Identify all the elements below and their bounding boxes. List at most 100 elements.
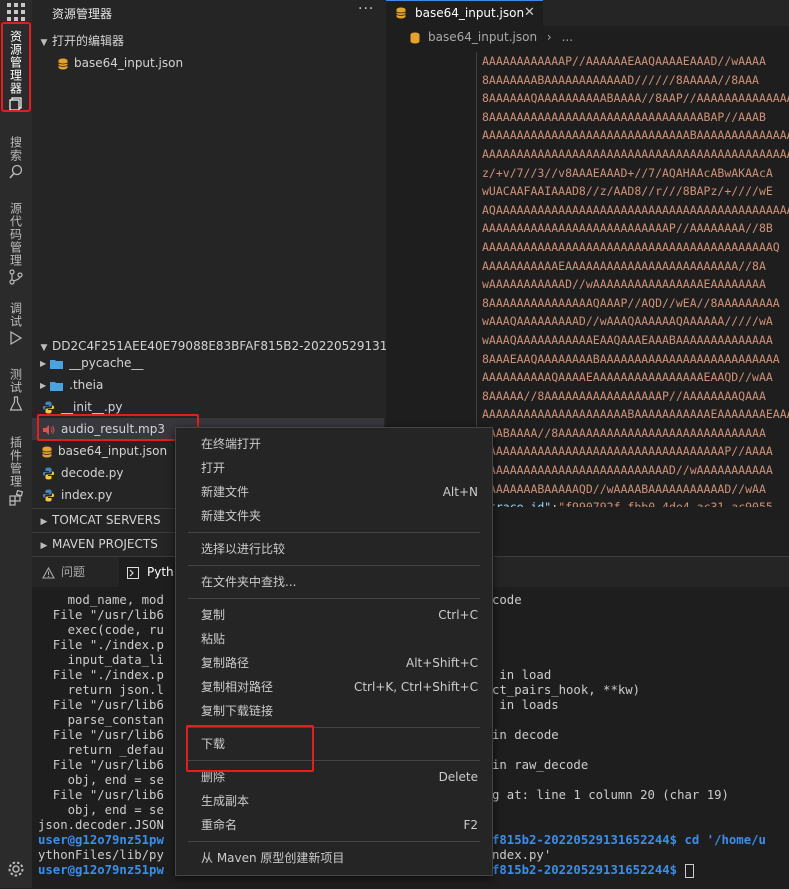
- menu-item[interactable]: 打开: [176, 456, 492, 480]
- terminal-line: obj, end = se: [38, 803, 164, 817]
- menu-item-shortcut: Ctrl+C: [438, 608, 478, 622]
- activity-test[interactable]: 测试: [0, 366, 32, 412]
- code-line: AAAAAAAAAAQAAAAEAAAAAAAAAAAAAAAAEAAQD//w…: [482, 370, 773, 385]
- terminal-line: ythonFiles/lib/py: [38, 848, 164, 862]
- terminal-icon: [127, 566, 139, 579]
- tree-label: .theia: [69, 378, 104, 392]
- code-line: AAAAAAAAAAAAAAAAAAAAAAAAAAAAAABAAAAAAAAA…: [482, 128, 789, 143]
- terminal-line: parse_constan: [38, 713, 164, 727]
- python-icon: [42, 401, 55, 414]
- menu-item[interactable]: 新建文件 Alt+N: [176, 480, 492, 504]
- menu-item-label: 选择以进行比较: [201, 542, 286, 556]
- menu-item-shortcut: Alt+Shift+C: [405, 656, 478, 670]
- menu-item[interactable]: 重命名 F2: [176, 813, 492, 837]
- terminal-line-tail: in load: [492, 668, 552, 682]
- activity-scm[interactable]: 源代码管理: [0, 200, 32, 285]
- tree-folder-theia[interactable]: ▶ .theia: [32, 374, 382, 396]
- menu-item-label: 新建文件: [201, 485, 250, 499]
- activity-scm-label: 源代码管理: [8, 202, 23, 267]
- breadcrumb-file[interactable]: base64_input.json: [428, 30, 537, 44]
- menu-item[interactable]: 在文件夹中查找...: [176, 570, 492, 594]
- code-line: 8AAAEAAQAAAAAAAABAAAAAAAAAAAAAAAAAAAAAAA…: [482, 351, 780, 366]
- database-icon: [410, 32, 420, 43]
- terminal-line-tail: ct_pairs_hook, **kw): [492, 683, 641, 697]
- breadcrumb-rest[interactable]: ...: [562, 30, 573, 44]
- menu-item[interactable]: 新建文件夹: [176, 504, 492, 528]
- database-icon: [396, 7, 406, 19]
- tree-label: base64_input.json: [58, 444, 168, 458]
- code-line: 8AAAAAAQAAAAAAAAAABAAAA//8AAP//AAAAAAAAA…: [482, 91, 789, 106]
- code-line: AAAAAAAAAAAAAAAAAAAAAAAAAAAAAAAAAAAAAAAA…: [482, 239, 780, 254]
- menu-item[interactable]: 从 Maven 原型创建新项目: [176, 846, 492, 870]
- activity-search[interactable]: 搜索: [0, 134, 32, 180]
- tab-python-terminal[interactable]: Pyth: [119, 557, 179, 587]
- terminal-line: mod_name, mod: [38, 593, 164, 607]
- menu-item-shortcut: F2: [463, 818, 478, 832]
- prompt-user: user@g12o79nz51pw: [38, 863, 164, 877]
- menu-item-label: 在终端打开: [201, 437, 262, 451]
- code-line: AAAAAAAAAAAAAAAAAAAAAAAAAAAP//AAAAAAAA//…: [482, 221, 773, 236]
- code-line: wAAAAAAAAAAAD//wAAAAAAAAAAAAAAAAEAAAAAAA…: [482, 277, 766, 292]
- tree-label: decode.py: [61, 466, 124, 480]
- menu-item-label: 生成副本: [201, 794, 250, 808]
- menu-item[interactable]: 在终端打开: [176, 432, 492, 456]
- menu-item[interactable]: 复制 Ctrl+C: [176, 603, 492, 627]
- folder-icon: [50, 381, 64, 391]
- tree-folder-pycache[interactable]: ▶ __pycache__: [32, 352, 382, 374]
- warning-icon: [42, 566, 55, 579]
- code-line: AAAAAAAAAAAAAAAAAAAAAAAAAAAAAAAAAAAAAAAA…: [482, 146, 789, 161]
- breadcrumb: base64_input.json › ...: [410, 30, 573, 44]
- code-line: AQAAAAAAAAAAAAAAAAAAAAAAAAAAAAAAAAAAAAAA…: [482, 202, 789, 217]
- prompt-path: f815b2-20220529131652244$ cd '/home/u: [492, 833, 766, 847]
- tree-label: __init__.py: [61, 400, 123, 414]
- code-line: 8AAAAAAAAAAAAAAAQAAAP//AQD//wEA//8AAAAAA…: [482, 295, 780, 310]
- terminal-line-tail: in decode: [492, 728, 559, 742]
- chevron-right-icon: ▶: [40, 380, 47, 390]
- editor-tabbar: base64_input.json ✕: [386, 0, 789, 26]
- terminal-line: json.decoder.JSON: [38, 818, 164, 832]
- menu-item[interactable]: 生成副本: [176, 789, 492, 813]
- sidebar-title: 资源管理器: [52, 7, 113, 21]
- code-line: AAAAAAAAAAAEAAAAAAAAAAAAAAAAAAAAAAAAA//8…: [482, 258, 766, 273]
- terminal-line-tail: ndex.py': [492, 848, 552, 862]
- menu-item[interactable]: 复制下载链接: [176, 699, 492, 723]
- tab-base64-input[interactable]: base64_input.json ✕: [386, 0, 543, 26]
- menu-item-label: 打开: [201, 461, 226, 475]
- code-line: AAAAAAAAAAAAAAAAAAAAAAAAAAAD//wAAAAAAAAA…: [482, 463, 773, 478]
- tab-problems[interactable]: 问题: [42, 557, 85, 587]
- activity-extensions[interactable]: 插件管理: [0, 434, 32, 506]
- menu-item-shortcut: Ctrl+K, Ctrl+Shift+C: [353, 680, 478, 694]
- menu-item-label: 新建文件夹: [201, 509, 262, 523]
- code-view[interactable]: AAAAAAAAAAAAP//AAAAAAEAAQAAAAEAAAD//wAAA…: [482, 52, 789, 507]
- breadcrumb-separator: ›: [546, 30, 552, 44]
- code-line: AAAAAAAAAAAAP//AAAAAAEAAQAAAAEAAAD//wAAA…: [482, 54, 766, 68]
- menu-item[interactable]: 复制路径 Alt+Shift+C: [176, 651, 492, 675]
- menu-item[interactable]: 选择以进行比较: [176, 537, 492, 561]
- terminal-line: input_data_li: [38, 653, 164, 667]
- terminal-line: obj, end = se: [38, 773, 164, 787]
- terminal-line: File "./index.p: [38, 668, 164, 682]
- open-editor-label: base64_input.json: [74, 56, 184, 70]
- open-editor-item[interactable]: base64_input.json: [32, 52, 400, 74]
- gear-icon[interactable]: [7, 860, 25, 878]
- code-line: 8AAAAA//8AAAAAAAAAAAAAAAAAP//AAAAAAAAQAA…: [482, 388, 766, 403]
- code-line: 8AAAAAAAAAAAAAAAAAAAAAAAAAAAAAAABAP//AAA…: [482, 109, 766, 124]
- menu-separator: [188, 532, 480, 533]
- apps-grid-icon[interactable]: [7, 3, 25, 21]
- open-editors-header[interactable]: ▼ 打开的编辑器: [32, 30, 386, 52]
- json-value: "f990792f-fbb0-4de4-ac31-ac9055: [558, 500, 773, 507]
- explorer-highlight-box: [1, 22, 31, 112]
- close-icon[interactable]: ✕: [524, 1, 535, 25]
- code-line: AAAAAAAAAAAAAAAAAAAAABAAAAAAAAAAAEAAAAAA…: [482, 407, 789, 422]
- more-actions-icon[interactable]: ···: [358, 1, 374, 17]
- python-icon: [42, 467, 55, 480]
- terminal-cursor: [684, 863, 694, 878]
- menu-item[interactable]: 复制相对路径 Ctrl+K, Ctrl+Shift+C: [176, 675, 492, 699]
- terminal-line: return _defau: [38, 743, 164, 757]
- terminal-line: exec(code, ru: [38, 623, 164, 637]
- activity-debug[interactable]: 调试: [0, 300, 32, 346]
- menu-item[interactable]: 粘贴: [176, 627, 492, 651]
- menu-separator: [188, 565, 480, 566]
- tree-label: index.py: [61, 488, 113, 502]
- terminal-line: File "./index.p: [38, 638, 164, 652]
